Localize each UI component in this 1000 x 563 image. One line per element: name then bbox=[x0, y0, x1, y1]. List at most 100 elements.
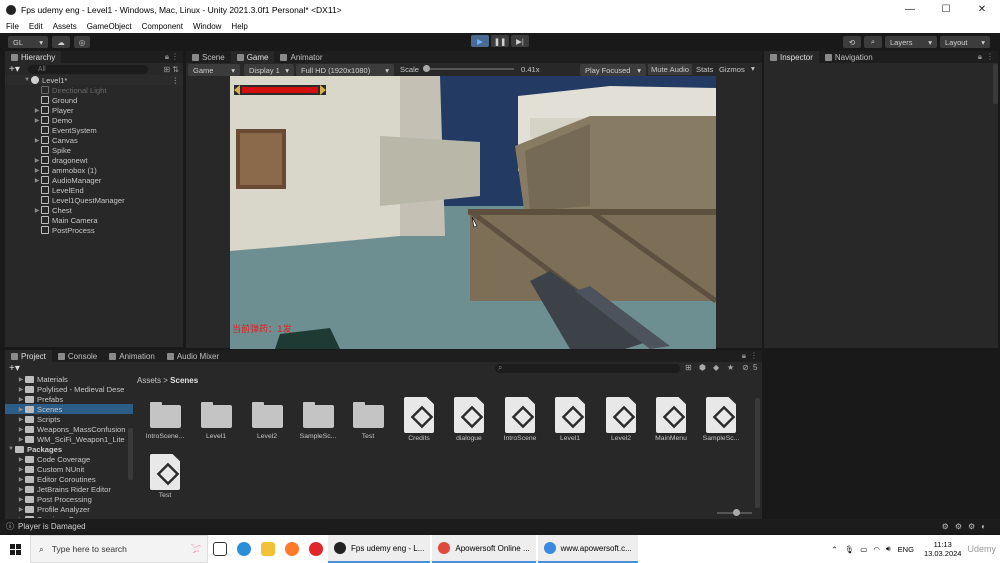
pause-button[interactable]: ❚❚ bbox=[491, 35, 509, 47]
expand-arrow-icon[interactable]: ▶ bbox=[33, 107, 41, 114]
menu-component[interactable]: Component bbox=[142, 22, 183, 31]
start-button[interactable] bbox=[0, 535, 30, 563]
tree-folder-item[interactable]: ▶ Custom NUnit bbox=[5, 464, 133, 474]
wifi-icon[interactable]: ◠ bbox=[873, 545, 880, 554]
hierarchy-item[interactable]: EventSystem bbox=[5, 125, 183, 135]
tree-folder-item[interactable]: ▶ Scenes bbox=[5, 404, 133, 414]
tree-folder-item[interactable]: ▶ Polylised - Medieval Dese bbox=[5, 384, 133, 394]
tree-folder-item[interactable]: ▶ Materials bbox=[5, 374, 133, 384]
expand-arrow-icon[interactable]: ▶ bbox=[17, 416, 25, 423]
hierarchy-item[interactable]: Directional Light bbox=[5, 85, 183, 95]
minimize-button[interactable]: — bbox=[892, 4, 928, 15]
hierarchy-search-input[interactable]: All bbox=[27, 64, 148, 74]
hierarchy-item[interactable]: Ground bbox=[5, 95, 183, 105]
play-focused-dropdown[interactable]: Play Focused ▾ bbox=[580, 64, 646, 76]
status-message[interactable]: Player is Damaged bbox=[18, 522, 86, 531]
history-icon[interactable]: ⟲ bbox=[843, 36, 861, 48]
layers-dropdown[interactable]: Layers ▾ bbox=[885, 36, 937, 48]
tab-scene[interactable]: Scene bbox=[186, 51, 231, 63]
asset-scene[interactable]: IntroScene bbox=[497, 397, 543, 442]
menu-help[interactable]: Help bbox=[231, 22, 247, 31]
taskbar-app-unity[interactable]: Fps udemy eng - L... bbox=[328, 535, 431, 563]
clock[interactable]: 11:13 13.03.2024 bbox=[924, 540, 962, 558]
hierarchy-item[interactable]: Main Camera bbox=[5, 215, 183, 225]
expand-arrow-icon[interactable]: ▶ bbox=[17, 476, 25, 483]
game-mode-dropdown[interactable]: Game ▾ bbox=[188, 64, 240, 76]
step-button[interactable]: ▶| bbox=[511, 35, 529, 47]
tree-folder-item[interactable]: ▶ Profile Analyzer bbox=[5, 504, 133, 514]
language-indicator[interactable]: ENG bbox=[898, 545, 914, 554]
task-view-icon[interactable] bbox=[208, 535, 232, 563]
display-dropdown[interactable]: Display 1 ▾ bbox=[244, 64, 294, 76]
tree-folder-item[interactable]: ▶ JetBrains Rider Editor bbox=[5, 484, 133, 494]
scene-root[interactable]: ▼ Level1* ⋮ bbox=[5, 75, 183, 85]
asset-scene[interactable]: dialogue bbox=[446, 397, 492, 442]
cloud-icon[interactable]: ☁ bbox=[52, 36, 70, 48]
hierarchy-item[interactable]: ▶ Canvas bbox=[5, 135, 183, 145]
scale-slider-track[interactable] bbox=[424, 68, 514, 70]
maximize-button[interactable]: ☐ bbox=[928, 4, 964, 15]
hierarchy-item[interactable]: ▶ Player bbox=[5, 105, 183, 115]
game-render[interactable]: 当前弹药：1发 bbox=[230, 76, 716, 349]
menu-gameobject[interactable]: GameObject bbox=[87, 22, 132, 31]
expand-arrow-icon[interactable]: ▼ bbox=[7, 446, 15, 452]
filter-label-icon[interactable]: ⬢ bbox=[699, 363, 706, 372]
file-explorer-icon[interactable] bbox=[256, 535, 280, 563]
expand-arrow-icon[interactable]: ▶ bbox=[17, 456, 25, 463]
close-button[interactable]: ✕ bbox=[964, 4, 1000, 15]
asset-scene[interactable]: Test bbox=[142, 454, 188, 499]
menu-edit[interactable]: Edit bbox=[29, 22, 43, 31]
expand-arrow-icon[interactable]: ▶ bbox=[17, 386, 25, 393]
tree-folder-item[interactable]: ▶ Services Core bbox=[5, 514, 133, 518]
favorite-icon[interactable]: ★ bbox=[727, 363, 734, 372]
asset-scene[interactable]: Level1 bbox=[547, 397, 593, 442]
menu-assets[interactable]: Assets bbox=[53, 22, 77, 31]
tree-folder-item[interactable]: ▶ Prefabs bbox=[5, 394, 133, 404]
zoom-slider-handle[interactable] bbox=[733, 509, 740, 516]
expand-arrow-icon[interactable]: ▶ bbox=[33, 137, 41, 144]
tab-game[interactable]: Game bbox=[230, 51, 275, 63]
tree-scrollbar[interactable] bbox=[128, 428, 133, 480]
expand-arrow-icon[interactable]: ▼ bbox=[23, 77, 31, 83]
scale-slider-handle[interactable] bbox=[423, 65, 430, 72]
play-button[interactable]: ▶ bbox=[471, 35, 489, 47]
asset-folder[interactable]: SampleSc... bbox=[295, 397, 341, 440]
lock-icon[interactable]: 🔒︎ bbox=[742, 351, 746, 361]
hierarchy-item[interactable]: ▶ ammobox (1) bbox=[5, 165, 183, 175]
tree-folder-item[interactable]: ▶ Editor Coroutines bbox=[5, 474, 133, 484]
hierarchy-item[interactable]: ▶ Demo bbox=[5, 115, 183, 125]
gizmos-toggle[interactable]: Gizmos bbox=[719, 65, 745, 74]
kebab-menu-icon[interactable]: ⋮ bbox=[171, 76, 179, 85]
taskbar-app-chrome[interactable]: www.apowersoft.c... bbox=[537, 535, 638, 563]
mute-audio-toggle[interactable]: Mute Audio bbox=[648, 64, 692, 75]
expand-arrow-icon[interactable]: ▶ bbox=[17, 486, 25, 493]
expand-arrow-icon[interactable]: ▶ bbox=[17, 436, 25, 443]
asset-scene[interactable]: Level2 bbox=[598, 397, 644, 442]
microphone-icon[interactable]: 🎙︎ bbox=[845, 545, 855, 554]
tree-folder-item[interactable]: ▶ Post Processing bbox=[5, 494, 133, 504]
expand-arrow-icon[interactable]: ▶ bbox=[17, 506, 25, 513]
network-icon[interactable]: ▭ bbox=[860, 545, 867, 554]
hierarchy-item[interactable]: LevelEnd bbox=[5, 185, 183, 195]
expand-arrow-icon[interactable]: ▶ bbox=[17, 516, 25, 519]
kebab-menu-icon[interactable]: ⋮ bbox=[750, 351, 758, 360]
firefox-icon[interactable] bbox=[280, 535, 304, 563]
tree-packages-root[interactable]: ▼ Packages bbox=[5, 444, 133, 454]
tab-animator[interactable]: Animator bbox=[274, 51, 328, 63]
lock-icon[interactable]: 🔒︎ bbox=[978, 52, 982, 62]
asset-scrollbar[interactable] bbox=[755, 398, 760, 508]
resolution-dropdown[interactable]: Full HD (1920x1080) ▾ bbox=[296, 64, 394, 76]
account-dropdown[interactable]: GL ▾ bbox=[8, 36, 48, 48]
tab-project[interactable]: Project bbox=[5, 350, 52, 362]
taskbar-app-apowersoft[interactable]: Apowersoft Online ... bbox=[432, 535, 536, 563]
expand-arrow-icon[interactable]: ▶ bbox=[33, 117, 41, 124]
opera-icon[interactable] bbox=[304, 535, 328, 563]
expand-arrow-icon[interactable]: ▶ bbox=[33, 167, 41, 174]
expand-arrow-icon[interactable]: ▶ bbox=[17, 426, 25, 433]
asset-folder[interactable]: Test bbox=[345, 397, 391, 440]
expand-arrow-icon[interactable]: ▶ bbox=[17, 396, 25, 403]
asset-scene[interactable]: SampleSc... bbox=[698, 397, 744, 442]
hierarchy-item[interactable]: Spike bbox=[5, 145, 183, 155]
tree-folder-item[interactable]: ▶ Scripts bbox=[5, 414, 133, 424]
expand-arrow-icon[interactable]: ▶ bbox=[33, 157, 41, 164]
